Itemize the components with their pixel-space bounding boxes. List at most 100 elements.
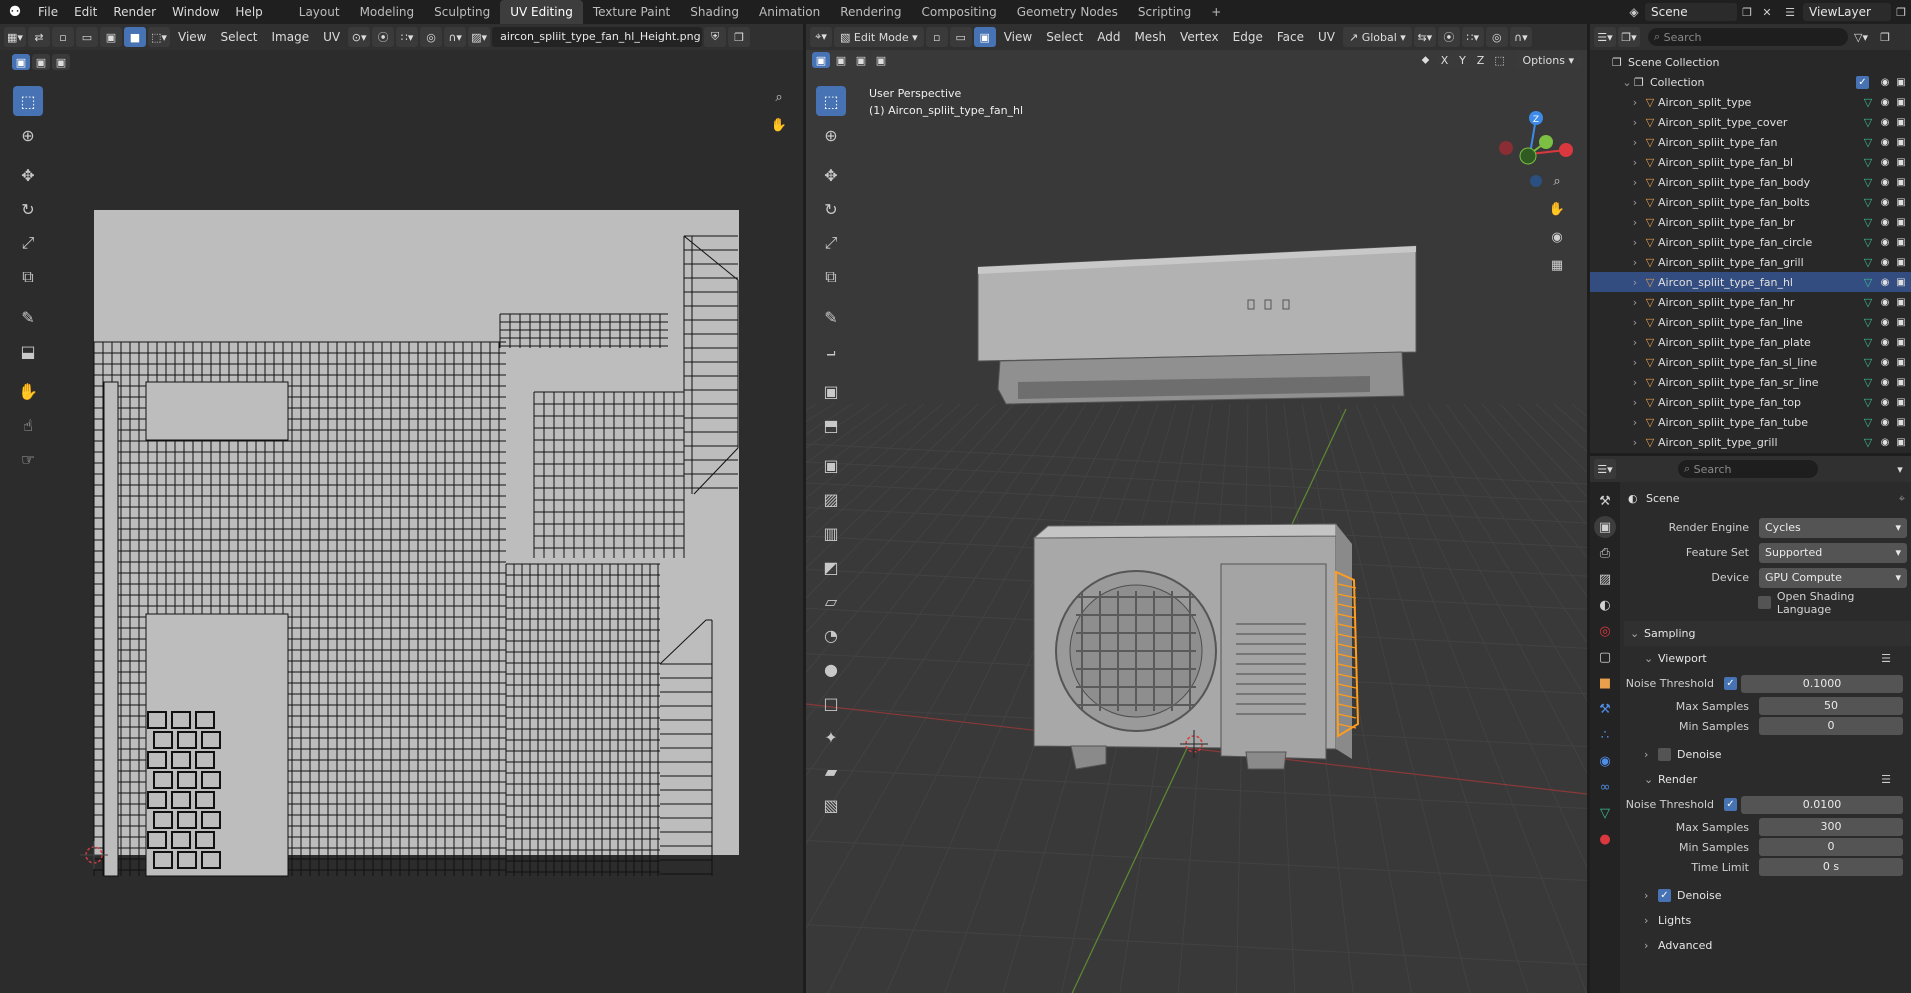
device-dropdown[interactable]: GPU Compute ▾ (1759, 567, 1907, 588)
uv-canvas[interactable] (0, 24, 803, 993)
outliner-item[interactable]: › ▽ Aircon_spliit_type_fan_plate ▽ ◉ ▣ (1590, 332, 1911, 352)
outliner-item[interactable]: › ▽ Aircon_spliit_type_fan_circle ▽ ◉ ▣ (1590, 232, 1911, 252)
outliner-item[interactable]: › ▽ Aircon_spliit_type_fan_bolts ▽ ◉ ▣ (1590, 192, 1911, 212)
vp-min-samples-field[interactable]: 0 (1759, 717, 1903, 735)
r-noise-threshold-field[interactable]: 0.0100 (1741, 795, 1903, 814)
render-camera-icon[interactable]: ▣ (1893, 197, 1909, 208)
physics-tab-icon[interactable]: ◉ (1594, 750, 1616, 772)
edge-slide-tool-icon[interactable]: □ (816, 688, 846, 718)
expand-chevron-icon[interactable]: › (1628, 196, 1642, 209)
output-tab-icon[interactable]: ⎙ (1594, 542, 1616, 564)
menu-file[interactable]: File (30, 0, 66, 24)
object-tab-icon[interactable]: ■ (1594, 672, 1616, 694)
outliner-item[interactable]: › ▽ Aircon_spliit_type_fan_hl ▽ ◉ ▣ (1590, 272, 1911, 292)
viewport-canvas[interactable]: Z (806, 24, 1587, 993)
properties-type-icon[interactable]: ☰▾ (1594, 459, 1616, 479)
tab-sculpting[interactable]: Sculpting (424, 0, 500, 24)
menu-window[interactable]: Window (164, 0, 227, 24)
r-noise-threshold-checkbox[interactable]: ✓ (1724, 798, 1737, 811)
delete-scene-icon[interactable]: ✕ (1757, 6, 1777, 19)
collection-row[interactable]: ⌄ ❐ Collection ✓ ◉ ▣ (1590, 72, 1911, 92)
vp-select-box-tool-icon[interactable]: ⬚ (816, 86, 846, 116)
vp-pan-hand-icon[interactable]: ✋ (1546, 198, 1568, 220)
visibility-eye-icon[interactable]: ◉ (1877, 237, 1893, 248)
expand-chevron-icon[interactable]: › (1628, 396, 1642, 409)
visibility-eye-icon[interactable]: ◉ (1877, 197, 1893, 208)
scene-collection-row[interactable]: ❐ Scene Collection (1590, 52, 1911, 72)
menu-render[interactable]: Render (105, 0, 164, 24)
outliner-item[interactable]: › ▽ Aircon_spliit_type_fan_sr_line ▽ ◉ ▣ (1590, 372, 1911, 392)
poly-build-tool-icon[interactable]: ▱ (816, 586, 846, 616)
expand-chevron-icon[interactable]: › (1628, 316, 1642, 329)
expand-chevron-icon[interactable]: › (1628, 436, 1642, 449)
expand-chevron-icon[interactable]: › (1628, 416, 1642, 429)
collection-visibility-icon[interactable]: ◉ (1877, 77, 1893, 88)
render-camera-icon[interactable]: ▣ (1893, 297, 1909, 308)
expand-chevron-icon[interactable]: › (1628, 96, 1642, 109)
expand-chevron-icon[interactable]: › (1628, 216, 1642, 229)
vp-denoise-checkbox[interactable] (1658, 748, 1671, 761)
particles-tab-icon[interactable]: ∴ (1594, 724, 1616, 746)
inset-tool-icon[interactable]: ▣ (816, 450, 846, 480)
mesh-data-icon[interactable]: ▽ (1859, 336, 1877, 349)
pin-icon[interactable]: ⌖ (1899, 492, 1911, 506)
tab-shading[interactable]: Shading (680, 0, 749, 24)
advanced-subpanel[interactable]: › Advanced (1624, 933, 1911, 958)
r-max-samples-field[interactable]: 300 (1759, 818, 1903, 836)
visibility-eye-icon[interactable]: ◉ (1877, 337, 1893, 348)
camera-view-icon[interactable]: ◉ (1546, 226, 1568, 248)
render-camera-icon[interactable]: ▣ (1893, 437, 1909, 448)
measure-tool-icon[interactable]: ⨼ (816, 336, 846, 366)
mesh-data-icon[interactable]: ▽ (1859, 356, 1877, 369)
expand-chevron-icon[interactable]: › (1628, 156, 1642, 169)
visibility-eye-icon[interactable]: ◉ (1877, 177, 1893, 188)
new-view-layer-icon[interactable]: ❐ (1891, 6, 1911, 19)
collection-tab-icon[interactable]: ▢ (1594, 646, 1616, 668)
vp-denoise-subpanel[interactable]: › Denoise (1624, 742, 1911, 767)
visibility-eye-icon[interactable]: ◉ (1877, 417, 1893, 428)
outliner-item[interactable]: › ▽ Aircon_spliit_type_fan_line ▽ ◉ ▣ (1590, 312, 1911, 332)
mesh-data-icon[interactable]: ▽ (1859, 116, 1877, 129)
render-camera-icon[interactable]: ▣ (1893, 377, 1909, 388)
menu-edit[interactable]: Edit (66, 0, 105, 24)
add-cube-tool-icon[interactable]: ▣ (816, 376, 846, 406)
collection-render-icon[interactable]: ▣ (1893, 77, 1909, 88)
r-min-samples-field[interactable]: 0 (1759, 838, 1903, 856)
mesh-data-icon[interactable]: ▽ (1859, 176, 1877, 189)
outliner-item[interactable]: › ▽ Aircon_spliit_type_fan_sl_line ▽ ◉ ▣ (1590, 352, 1911, 372)
mesh-data-icon[interactable]: ▽ (1859, 196, 1877, 209)
expand-chevron-icon[interactable]: › (1628, 376, 1642, 389)
outliner-search-input[interactable]: ⌕ Search (1648, 28, 1848, 46)
expand-chevron-icon[interactable]: › (1628, 136, 1642, 149)
expand-chevron-icon[interactable]: › (1628, 176, 1642, 189)
render-engine-dropdown[interactable]: Cycles ▾ (1759, 517, 1907, 538)
mesh-data-icon[interactable]: ▽ (1859, 216, 1877, 229)
mesh-data-icon[interactable]: ▽ (1859, 96, 1877, 109)
mesh-data-icon[interactable]: ▽ (1859, 416, 1877, 429)
collection-chevron-icon[interactable]: ⌄ (1620, 76, 1634, 89)
mesh-data-icon[interactable]: ▽ (1859, 436, 1877, 449)
outliner-item[interactable]: › ▽ Aircon_spliit_type_fan_hr ▽ ◉ ▣ (1590, 292, 1911, 312)
render-camera-icon[interactable]: ▣ (1893, 117, 1909, 128)
osl-checkbox[interactable] (1757, 596, 1771, 609)
visibility-eye-icon[interactable]: ◉ (1877, 257, 1893, 268)
expand-chevron-icon[interactable]: › (1628, 116, 1642, 129)
vp-rotate-tool-icon[interactable]: ↻ (816, 194, 846, 224)
tab-modeling[interactable]: Modeling (350, 0, 425, 24)
tab-uv-editing[interactable]: UV Editing (500, 0, 583, 24)
mesh-data-icon[interactable]: ▽ (1859, 256, 1877, 269)
vp-noise-threshold-field[interactable]: 0.1000 (1741, 674, 1903, 693)
tab-layout[interactable]: Layout (289, 0, 350, 24)
scene-icon[interactable]: ◈ (1623, 5, 1645, 19)
viewport-presets-icon[interactable]: ☰ (1881, 652, 1911, 665)
outliner-item[interactable]: › ▽ Aircon_split_type_grill ▽ ◉ ▣ (1590, 432, 1911, 452)
render-camera-icon[interactable]: ▣ (1893, 217, 1909, 228)
new-collection-icon[interactable]: ❐ (1874, 27, 1896, 47)
expand-chevron-icon[interactable]: › (1628, 256, 1642, 269)
render-camera-icon[interactable]: ▣ (1893, 317, 1909, 328)
constraints-tab-icon[interactable]: ∞ (1594, 776, 1616, 798)
render-camera-icon[interactable]: ▣ (1893, 277, 1909, 288)
visibility-eye-icon[interactable]: ◉ (1877, 297, 1893, 308)
outliner-item[interactable]: › ▽ Aircon_split_type_cover ▽ ◉ ▣ (1590, 112, 1911, 132)
tab-scripting[interactable]: Scripting (1128, 0, 1201, 24)
